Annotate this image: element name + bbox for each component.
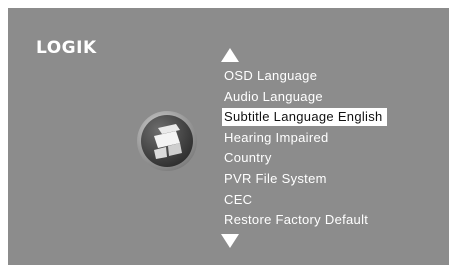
menu-item-osd-language[interactable]: OSD Language	[224, 66, 387, 87]
logik-logo: LOGIK	[36, 38, 97, 58]
settings-menu: OSD Language Audio Language Subtitle Langu…	[222, 66, 387, 231]
settings-badge-icon	[137, 111, 197, 171]
tv-menu-screen: LOGIK OSD Language Audio Language Subtitle…	[8, 8, 449, 265]
menu-item-subtitle-language-english[interactable]: Subtitle Language English	[222, 108, 387, 127]
menu-item-restore-factory-default[interactable]: Restore Factory Default	[224, 210, 387, 231]
menu-item-audio-language[interactable]: Audio Language	[224, 87, 387, 108]
menu-item-hearing-impaired[interactable]: Hearing Impaired	[224, 128, 387, 149]
menu-item-pvr-file-system[interactable]: PVR File System	[224, 169, 387, 190]
triangle-down-icon[interactable]	[221, 234, 239, 248]
menu-item-country[interactable]: Country	[224, 148, 387, 169]
menu-item-cec[interactable]: CEC	[224, 190, 387, 211]
triangle-up-icon[interactable]	[221, 48, 239, 62]
